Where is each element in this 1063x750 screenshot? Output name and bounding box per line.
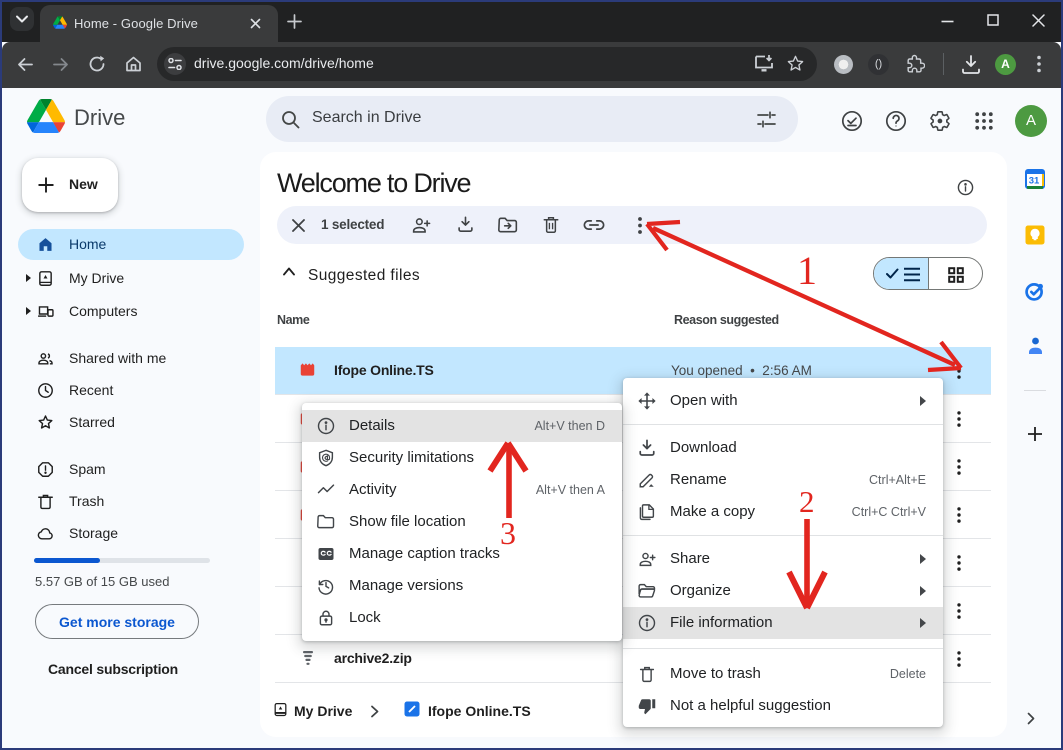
svg-text:31: 31 [1029,176,1040,187]
